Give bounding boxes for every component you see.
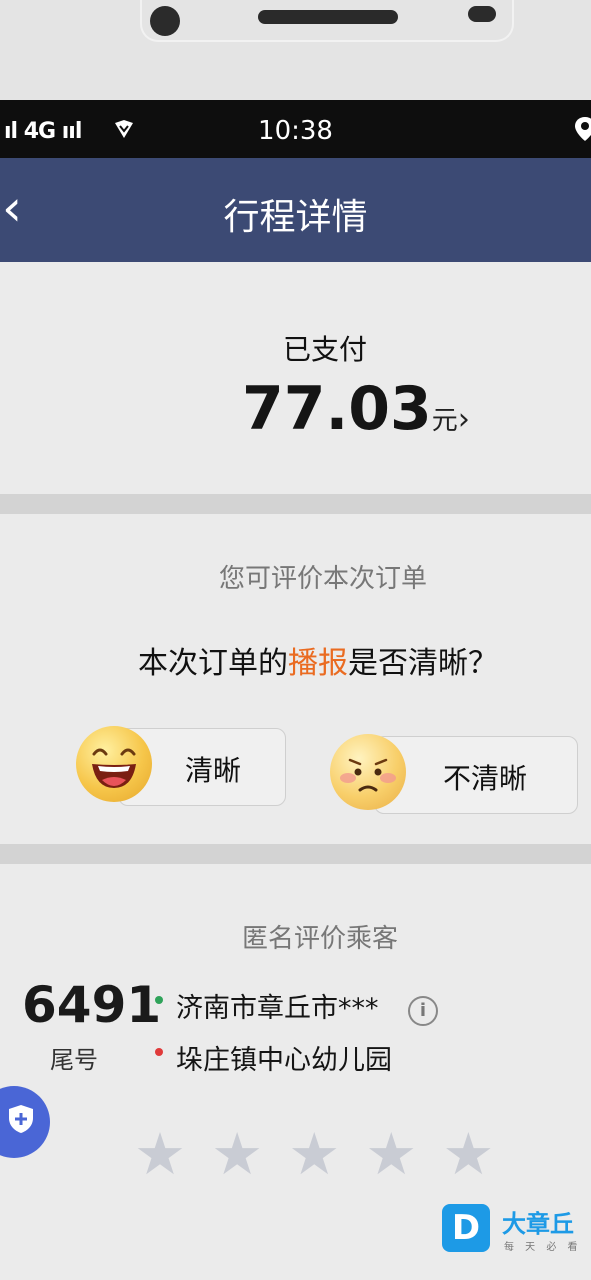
star-icon[interactable]: ★	[288, 1120, 340, 1188]
destination-dot-icon	[155, 1048, 163, 1056]
payment-status: 已支付	[282, 333, 367, 366]
tail-number: 6491	[22, 976, 162, 1034]
star-icon[interactable]: ★	[211, 1120, 263, 1188]
phone-bezel	[0, 0, 591, 100]
section-divider	[0, 494, 591, 514]
star-icon[interactable]: ★	[134, 1120, 186, 1188]
destination-address: 垛庄镇中心幼儿园	[176, 1045, 392, 1076]
clock: 10:38	[258, 116, 333, 146]
safety-shield-button[interactable]	[0, 1086, 50, 1158]
order-rating-section: 您可评价本次订单 本次订单的播报是否清晰？ 清晰 不清晰	[0, 514, 591, 844]
clear-option-label: 清晰	[185, 754, 242, 787]
watermark: D 大章丘 每 天 必 看	[442, 1204, 590, 1260]
rating-question: 本次订单的播报是否清晰？	[0, 638, 591, 682]
star-icon[interactable]: ★	[365, 1120, 417, 1188]
payment-amount: 77.03	[242, 374, 432, 444]
laughing-face-icon[interactable]	[76, 726, 152, 802]
watermark-name: 大章丘	[502, 1210, 574, 1238]
question-highlight: 播报	[288, 646, 348, 681]
question-text-before: 本次订单的	[138, 646, 288, 681]
passenger-rating-title: 匿名评价乘客	[241, 924, 398, 954]
payment-amount-link[interactable]: 77.03元›	[242, 374, 470, 444]
currency-unit: 元	[431, 406, 458, 436]
chevron-right-icon: ›	[457, 402, 470, 437]
info-icon[interactable]: i	[408, 996, 438, 1026]
proximity-sensor	[468, 6, 496, 22]
unclear-option-label: 不清晰	[443, 762, 528, 795]
watermark-slogan: 每 天 必 看	[504, 1242, 582, 1253]
question-text-after: 是否清晰？	[348, 646, 498, 681]
front-camera	[150, 6, 180, 36]
watermark-logo: D	[442, 1204, 490, 1252]
origin-dot-icon	[155, 996, 163, 1004]
status-bar: ıl 4G ııl 10:38	[0, 100, 591, 158]
page-title: 行程详情	[223, 197, 368, 238]
earpiece-speaker	[258, 10, 398, 24]
star-rating: ★ ★ ★ ★ ★	[134, 1120, 514, 1188]
origin-address: 济南市章丘市***	[176, 993, 379, 1024]
tail-number-label: 尾号	[50, 1046, 98, 1074]
section-divider	[0, 844, 591, 864]
payment-section: 已支付 77.03元›	[0, 262, 591, 494]
rating-hint: 您可评价本次订单	[218, 564, 427, 594]
shield-plus-icon	[8, 1104, 34, 1141]
location-icon	[574, 116, 591, 148]
sad-face-icon[interactable]	[330, 734, 406, 810]
nav-header: ‹ 行程详情	[0, 158, 591, 262]
star-icon[interactable]: ★	[442, 1120, 494, 1188]
